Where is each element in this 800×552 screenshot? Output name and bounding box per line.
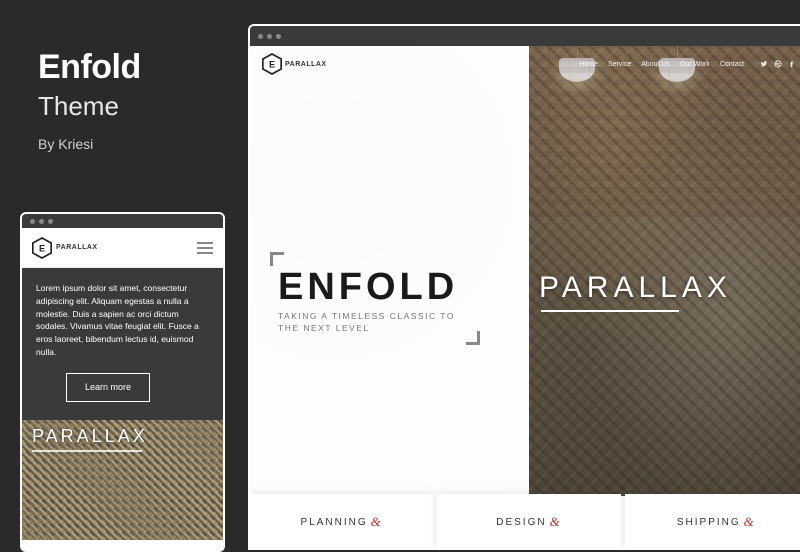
desktop-logo-text: PARALLAX — [285, 61, 327, 68]
hero-title-block: ENFOLD TAKING A TIMELESS CLASSIC TO THE … — [278, 266, 458, 333]
mobile-hero-panel: Lorem ipsum dolor sit amet, consectetur … — [22, 268, 223, 420]
nav-service[interactable]: Service — [608, 61, 631, 68]
nav-work[interactable]: Our Work — [680, 61, 710, 68]
card-label: SHIPPING — [677, 517, 741, 528]
feature-card-design[interactable]: DESIGN & — [437, 494, 620, 550]
mobile-logo[interactable]: E PARALLAX — [32, 237, 98, 259]
theme-author: By Kriesi — [38, 136, 141, 152]
hamburger-menu-icon[interactable] — [197, 242, 213, 254]
twitter-icon[interactable] — [760, 60, 768, 68]
mobile-chrome-bar — [22, 214, 223, 228]
mobile-parallax-section: PARALLAX — [22, 420, 223, 540]
nav-home[interactable]: Home — [579, 61, 598, 68]
social-icons — [760, 60, 796, 68]
traffic-light-dot — [39, 219, 44, 224]
hexagon-logo-icon: E — [262, 53, 282, 75]
hero-tagline-line2: THE NEXT LEVEL — [278, 323, 458, 333]
card-label: DESIGN — [496, 517, 546, 528]
feature-card-planning[interactable]: PLANNING & — [250, 494, 433, 550]
underline-decoration — [32, 450, 142, 452]
ampersand-icon: & — [550, 514, 562, 530]
theme-subtitle: Theme — [38, 91, 141, 122]
mobile-logo-text: PARALLAX — [56, 244, 98, 251]
facebook-icon[interactable] — [788, 60, 796, 68]
mobile-parallax-label: PARALLAX — [32, 426, 148, 447]
traffic-light-dot — [258, 34, 263, 39]
traffic-light-dot — [30, 219, 35, 224]
traffic-light-dot — [48, 219, 53, 224]
hero-tagline-line1: TAKING A TIMELESS CLASSIC TO — [278, 311, 458, 321]
traffic-light-dot — [276, 34, 281, 39]
learn-more-button[interactable]: Learn more — [66, 373, 150, 403]
mobile-hero-text: Lorem ipsum dolor sit amet, consectetur … — [36, 282, 209, 359]
svg-text:E: E — [39, 243, 45, 253]
ampersand-icon: & — [744, 514, 756, 530]
desktop-chrome-bar — [250, 26, 800, 46]
mobile-preview: E PARALLAX Lorem ipsum dolor sit amet, c… — [20, 212, 225, 552]
traffic-light-dot — [267, 34, 272, 39]
desktop-menu: Home Service About Us Our Work Contact — [579, 60, 796, 68]
desktop-viewport: E PARALLAX Home Service About Us Our Wor… — [250, 46, 800, 550]
feature-cards-row: PLANNING & DESIGN & SHIPPING & — [250, 494, 800, 550]
card-label: PLANNING — [301, 517, 368, 528]
nav-contact[interactable]: Contact — [720, 61, 744, 68]
theme-info: Enfold Theme By Kriesi — [38, 48, 141, 152]
desktop-nav: E PARALLAX Home Service About Us Our Wor… — [250, 46, 800, 82]
theme-title: Enfold — [38, 48, 141, 87]
hero-title: ENFOLD — [278, 266, 458, 309]
ampersand-icon: & — [371, 514, 383, 530]
nav-about[interactable]: About Us — [641, 61, 670, 68]
desktop-hero: E PARALLAX Home Service About Us Our Wor… — [250, 46, 800, 496]
hexagon-logo-icon: E — [32, 237, 52, 259]
dribbble-icon[interactable] — [774, 60, 782, 68]
underline-decoration — [541, 310, 679, 312]
corner-decoration-icon — [466, 331, 480, 345]
hero-parallax-label: PARALLAX — [539, 271, 732, 305]
desktop-logo[interactable]: E PARALLAX — [262, 53, 327, 75]
feature-card-shipping[interactable]: SHIPPING & — [625, 494, 800, 550]
svg-text:E: E — [269, 59, 275, 69]
desktop-preview: E PARALLAX Home Service About Us Our Wor… — [248, 24, 800, 550]
mobile-viewport: E PARALLAX Lorem ipsum dolor sit amet, c… — [22, 228, 223, 550]
corner-decoration-icon — [270, 252, 284, 266]
mobile-header: E PARALLAX — [22, 228, 223, 268]
